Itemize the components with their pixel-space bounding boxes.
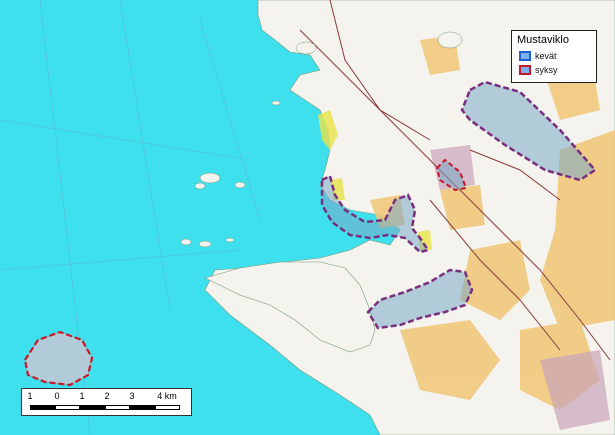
- legend-label-syksy: syksy: [535, 65, 558, 75]
- scale-tick-2: 2: [104, 391, 110, 401]
- legend-label-kevat: kevät: [535, 51, 557, 61]
- scale-bar: 1 0 1 2 3 4 km: [21, 388, 192, 416]
- map-legend: Mustaviklo kevät syksy: [511, 30, 597, 83]
- scale-tick-0: 0: [54, 391, 60, 401]
- scale-segment-5: [155, 405, 180, 410]
- legend-title: Mustaviklo: [517, 34, 569, 46]
- legend-item-syksy: syksy: [519, 65, 589, 77]
- scale-tick-4km: 4 km: [157, 391, 177, 401]
- scale-tick-1b: 1: [79, 391, 85, 401]
- scale-segment-1: [55, 405, 80, 410]
- legend-item-kevat: kevät: [519, 51, 589, 63]
- legend-swatch-syksy: [519, 65, 531, 75]
- scale-tick-1: 1: [27, 391, 33, 401]
- legend-swatch-kevat: [519, 51, 531, 61]
- scale-tick-3: 3: [129, 391, 135, 401]
- scale-segment-4: [130, 405, 155, 410]
- scale-segment-0: [30, 405, 55, 410]
- scale-segment-2: [80, 405, 105, 410]
- scale-segment-3: [105, 405, 130, 410]
